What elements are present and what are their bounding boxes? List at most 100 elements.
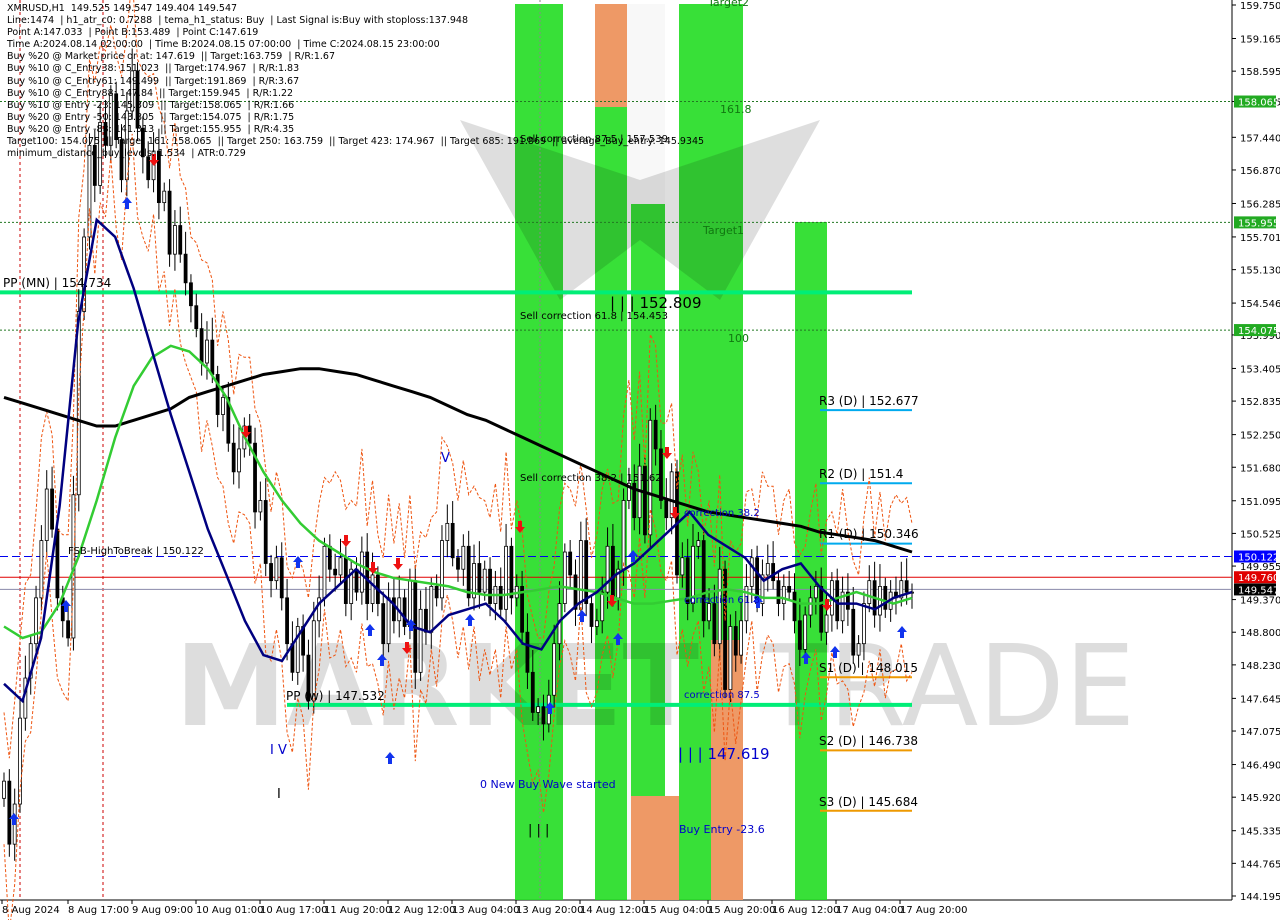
candle-body — [178, 225, 183, 255]
candle-body — [819, 585, 824, 633]
price-badge-label: 150.122 — [1238, 552, 1279, 563]
candle-body — [333, 568, 338, 576]
candle-body — [562, 551, 567, 604]
price-tick-label: 154.546 — [1240, 299, 1280, 310]
wave-iii-label: | | | — [528, 823, 549, 838]
price-axis: 159.750 159.165 158.595 158.065 157.440 156.8… — [1232, 1, 1280, 903]
candle-body — [445, 522, 450, 541]
candle-body — [424, 608, 428, 633]
candle-body — [776, 580, 781, 604]
price-tick-label: 155.130 — [1240, 266, 1280, 277]
price-tick-label: 150.525 — [1240, 529, 1280, 540]
price-badge-label: 158.065 — [1238, 98, 1279, 109]
candle-body — [904, 580, 909, 593]
new-buy-wave-label: 0 New Buy Wave started — [480, 778, 616, 791]
pp-w-label: PP (w) | 147.532 — [286, 689, 385, 703]
price-tick-label: 148.230 — [1240, 661, 1280, 672]
fsb-label: FSB-HighToBreak | 150.122 — [68, 546, 204, 557]
correction-618-label: correction 61.8 — [684, 595, 760, 606]
candle-body — [194, 305, 199, 330]
time-tick-label: 9 Aug 09:00 — [132, 905, 193, 916]
candle-body — [717, 568, 722, 645]
price-tick-label: 146.490 — [1240, 761, 1280, 772]
candle-body — [274, 557, 279, 582]
candle-body — [477, 563, 482, 593]
price-tick-label: 155.701 — [1240, 233, 1280, 244]
candle-body — [862, 603, 866, 645]
candle-body — [803, 614, 808, 650]
price-badge-label: 149.547 — [1238, 585, 1279, 596]
time-tick-label: 13 Aug 20:00 — [516, 905, 583, 916]
price-tick-label: 153.405 — [1240, 364, 1280, 375]
candle-body — [525, 631, 530, 673]
price-badge-label: 154.075 — [1238, 326, 1279, 337]
candle-body — [279, 557, 284, 599]
price-tick-label: 145.920 — [1240, 793, 1280, 804]
candle-body — [707, 603, 711, 622]
candle-body — [867, 580, 872, 604]
candle-body — [578, 540, 583, 610]
time-tick-label: 17 Aug 20:00 — [900, 905, 967, 916]
candle-body — [66, 620, 70, 639]
s3-label: S3 (D) | 145.684 — [819, 795, 918, 809]
info-line: minimum_distance_buy_levels: 1.534 | ATR… — [7, 148, 246, 160]
price-tick-label: 147.645 — [1240, 694, 1280, 705]
price-tick-label: 159.750 — [1240, 1, 1280, 12]
candle-body — [883, 585, 888, 610]
target-1618-label: 161.8 — [720, 103, 752, 116]
s2-label: S2 (D) | 146.738 — [819, 734, 918, 748]
wave-i-label: I — [277, 787, 281, 802]
sell-corr-618-label: Sell correction 61.8 | 154.453 — [520, 311, 668, 322]
correction-875-label: correction 87.5 — [684, 690, 760, 701]
pp-mn-label: PP (MN) | 154.734 — [3, 276, 111, 290]
info-line: Target100: 154.075 || Target 161: 158.06… — [7, 136, 705, 148]
info-line: Point A:147.033 | Point B:153.489 | Poin… — [7, 27, 259, 39]
candle-body — [429, 585, 434, 633]
r3-label: R3 (D) | 152.677 — [819, 394, 919, 408]
candle-body — [509, 545, 514, 599]
candle-body — [530, 671, 535, 713]
time-tick-label: 10 Aug 17:00 — [260, 905, 327, 916]
candle-body — [440, 540, 444, 599]
price-tick-label: 152.835 — [1240, 397, 1280, 408]
candle-body — [392, 597, 396, 622]
price-tick-label: 159.165 — [1240, 35, 1280, 46]
candle-body — [55, 528, 60, 599]
candle-body — [269, 563, 273, 582]
candle-body — [851, 608, 856, 656]
candle-body — [34, 597, 38, 645]
candle-body — [701, 540, 706, 622]
price-badge-label: 155.955 — [1238, 218, 1279, 229]
info-line: Buy %20 @ Market price or at: 147.619 ||… — [7, 51, 336, 63]
candle-body — [498, 585, 503, 610]
candle-body — [370, 574, 375, 604]
candle-body — [605, 545, 610, 593]
candle-body — [733, 626, 738, 656]
price-tick-label: 149.370 — [1240, 596, 1280, 607]
candle-body — [461, 545, 466, 570]
candle-body — [381, 603, 386, 645]
price-tick-label: 147.075 — [1240, 727, 1280, 738]
wave-v-label: V — [441, 451, 450, 466]
point-c-label: | | | 147.619 — [678, 745, 770, 763]
candle-body — [504, 545, 508, 610]
info-line: Line:1474 | h1_atr_c0: 0.7288 | tema_h1_… — [7, 15, 468, 27]
candle-body — [386, 597, 391, 645]
candle-body — [450, 522, 455, 559]
indicator-info-panel: XMRUSD,H1 149.525 149.547 149.404 149.54… — [7, 3, 704, 160]
candle-body — [712, 603, 717, 645]
candle-body — [653, 419, 658, 450]
zone-orange-bottom-1 — [631, 796, 679, 900]
wave-iv-label: I V — [270, 743, 287, 758]
candle-body — [205, 339, 209, 364]
candle-body — [781, 585, 786, 604]
info-line: Time A:2024.08.14 02:00:00 | Time B:2024… — [7, 39, 440, 51]
candle-body — [456, 557, 460, 570]
candle-body — [824, 614, 829, 633]
candle-body — [2, 780, 6, 799]
price-tick-label: 156.285 — [1240, 199, 1280, 210]
candle-body — [167, 190, 172, 255]
candle-body — [765, 563, 770, 576]
candle-body — [50, 488, 54, 530]
candle-body — [536, 706, 541, 713]
